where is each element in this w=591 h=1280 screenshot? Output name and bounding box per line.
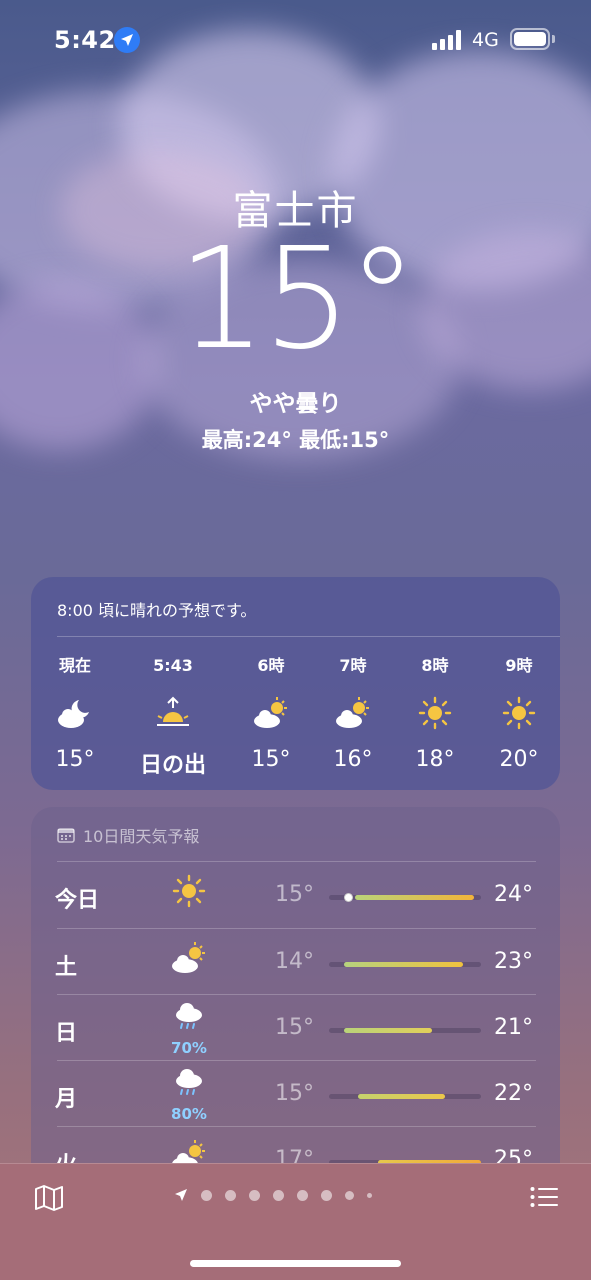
calendar-icon: [57, 828, 75, 843]
sun-icon: [395, 693, 475, 733]
hour-label: 6時: [257, 656, 285, 675]
bottom-toolbar: [0, 1163, 591, 1280]
temp-range-track: [329, 893, 481, 902]
rain-icon: [169, 1001, 209, 1035]
location-arrow-icon: [114, 27, 140, 53]
hour-label: 7時: [339, 656, 367, 675]
hour-item: 8時 18°: [395, 655, 475, 772]
home-indicator[interactable]: [190, 1260, 401, 1267]
hour-temp: 15°: [55, 747, 95, 772]
day-label: 月: [55, 1087, 78, 1112]
day-label: 今日: [55, 888, 100, 913]
page-dot: [367, 1192, 372, 1198]
daily-row[interactable]: 日 70% 15° 21°: [31, 995, 560, 1061]
low-temp: 15°: [275, 882, 314, 907]
current-temperature: 15°: [177, 218, 417, 381]
divider: [57, 636, 560, 637]
high-temp: 24°: [494, 882, 533, 907]
partly-cloudy-day-icon: [231, 693, 311, 733]
day-label: 日: [55, 1021, 78, 1046]
map-icon[interactable]: [34, 1184, 64, 1216]
page-dot: [225, 1189, 236, 1201]
hourly-forecast-card[interactable]: 8:00 頃に晴れの予想です。 現在 15° 5:43 日の出 6時 15° 7…: [31, 577, 560, 790]
precip-chance: 70%: [171, 1039, 207, 1057]
page-dot: [321, 1189, 332, 1201]
rain-icon: [169, 1067, 209, 1101]
temp-range-bar: [344, 1028, 432, 1033]
precip-chance: 80%: [171, 1105, 207, 1123]
hour-temp: 20°: [499, 747, 539, 772]
page-dot: [345, 1190, 354, 1200]
low-temp: 15°: [275, 1015, 314, 1040]
status-time: 5:42: [54, 26, 116, 54]
page-dot: [297, 1189, 308, 1201]
hour-temp: 16°: [333, 747, 373, 772]
hour-label: 現在: [58, 656, 91, 675]
page-dot: [201, 1189, 212, 1201]
temp-range-track: [329, 1028, 481, 1033]
current-temp-marker: [344, 893, 353, 902]
daily-row[interactable]: 月 80% 15° 22°: [31, 1061, 560, 1127]
page-indicator[interactable]: [174, 1188, 372, 1202]
high-temp: 23°: [494, 949, 533, 974]
temp-range-bar: [358, 1094, 445, 1099]
signal-icon: [432, 30, 461, 50]
hour-temp: 18°: [415, 747, 455, 772]
high-low-text: 最高:24° 最低:15°: [201, 428, 390, 452]
network-type: 4G: [472, 29, 499, 51]
high-temp: 21°: [494, 1015, 533, 1040]
status-bar: 5:42 4G: [0, 0, 591, 80]
partly-cloudy-night-icon: [35, 693, 115, 733]
low-temp: 14°: [275, 949, 314, 974]
daily-title: 10日間天気予報: [57, 823, 199, 847]
daily-row[interactable]: 土 14° 23°: [31, 929, 560, 995]
temp-range-track: [329, 1094, 481, 1099]
hour-item: 6時 15°: [231, 655, 311, 772]
location-arrow-icon: [175, 1189, 187, 1201]
hour-label: 8時: [421, 656, 449, 675]
condition-text: やや曇り: [249, 391, 342, 417]
sun-icon: [479, 693, 559, 733]
partly-cloudy-day-icon: [169, 941, 209, 979]
temp-range-bar: [355, 895, 474, 900]
daily-forecast-card[interactable]: 10日間天気予報 今日 15° 24° 土 14° 23° 日 70% 15° …: [31, 807, 560, 1207]
sun-icon: [169, 874, 209, 912]
hour-temp: 15°: [251, 747, 291, 772]
low-temp: 15°: [275, 1081, 314, 1106]
daily-row[interactable]: 今日 15° 24°: [31, 862, 560, 928]
hour-label: 9時: [505, 656, 533, 675]
hour-temp: 日の出: [139, 753, 206, 778]
hour-item: 9時 20°: [479, 655, 559, 772]
partly-cloudy-day-icon: [313, 693, 393, 733]
hour-item: 7時 16°: [313, 655, 393, 772]
day-label: 土: [55, 955, 78, 980]
battery-icon: [510, 28, 550, 50]
battery-tip: [552, 35, 555, 43]
temp-range-track: [329, 962, 481, 967]
hour-item: 現在 15°: [35, 655, 115, 772]
high-temp: 22°: [494, 1081, 533, 1106]
page-dot: [249, 1189, 260, 1201]
hour-label: 5:43: [153, 656, 193, 675]
daily-title-text: 10日間天気予報: [83, 827, 200, 846]
list-icon[interactable]: [530, 1186, 558, 1212]
hourly-summary: 8:00 頃に晴れの予想です。: [57, 601, 257, 620]
hour-item: 5:43 日の出: [133, 655, 213, 779]
sunrise-icon: [133, 693, 213, 733]
page-dot: [273, 1189, 284, 1201]
temp-range-bar: [344, 962, 463, 967]
